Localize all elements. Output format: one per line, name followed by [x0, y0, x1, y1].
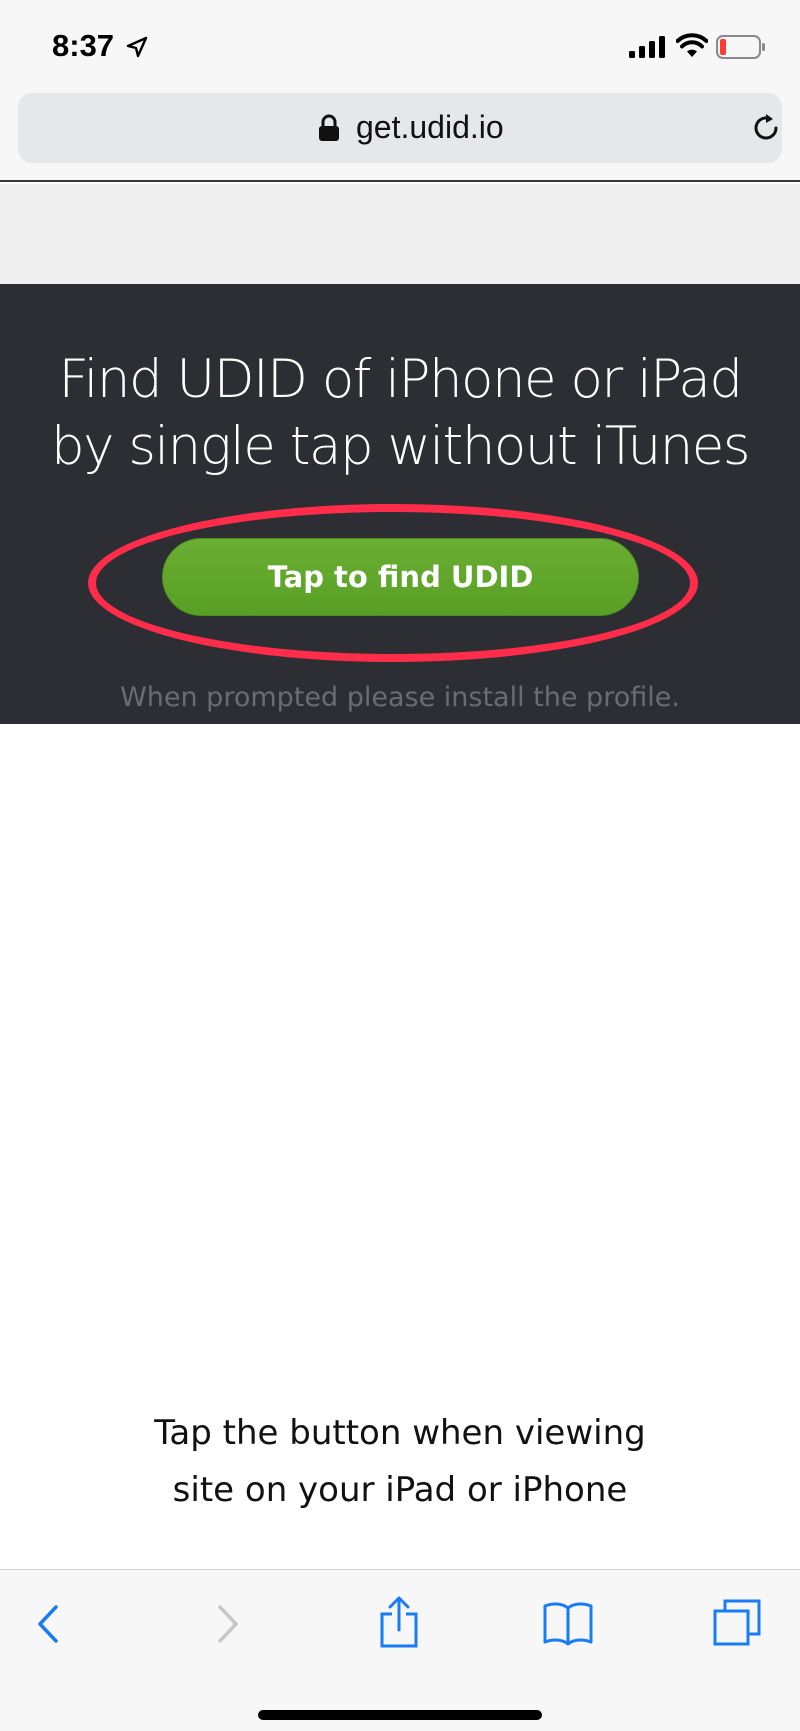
share-icon[interactable]: [378, 1596, 420, 1648]
address-bar[interactable]: get.udid.io: [18, 93, 782, 163]
hero-section: Find UDID of iPhone or iPad by single ta…: [0, 284, 800, 724]
tabs-icon[interactable]: [712, 1598, 762, 1648]
device-instruction-line-2: site on your iPad or iPhone: [172, 1470, 628, 1510]
page-top-band: [0, 184, 800, 284]
find-udid-button[interactable]: Tap to find UDID: [162, 538, 639, 616]
install-profile-note: When prompted please install the profile…: [120, 682, 680, 713]
lock-icon: [319, 114, 339, 141]
hero-title: Find UDID of iPhone or iPad by single ta…: [0, 346, 800, 480]
hero-title-line-2: by single tap without iTunes: [50, 416, 751, 477]
battery-low-icon: [716, 35, 765, 59]
url-text: get.udid.io: [356, 109, 504, 145]
back-icon[interactable]: [34, 1604, 64, 1644]
forward-icon[interactable]: [212, 1604, 242, 1644]
device-instruction-text: Tap the button when viewing site on your…: [0, 1405, 800, 1519]
status-time: 8:37: [52, 28, 115, 63]
hero-title-line-1: Find UDID of iPhone or iPad: [58, 349, 744, 410]
status-bar: 8:37: [0, 0, 800, 88]
home-indicator[interactable]: [258, 1710, 542, 1720]
browser-toolbar: [0, 1569, 800, 1731]
wifi-icon: [676, 33, 708, 57]
device-instruction-line-1: Tap the button when viewing: [154, 1413, 646, 1453]
cellular-signal-icon: [629, 36, 665, 58]
location-arrow-icon: [126, 36, 148, 58]
reload-icon[interactable]: [749, 111, 783, 145]
bookmarks-icon[interactable]: [542, 1600, 594, 1646]
browser-address-area: get.udid.io: [0, 88, 800, 182]
